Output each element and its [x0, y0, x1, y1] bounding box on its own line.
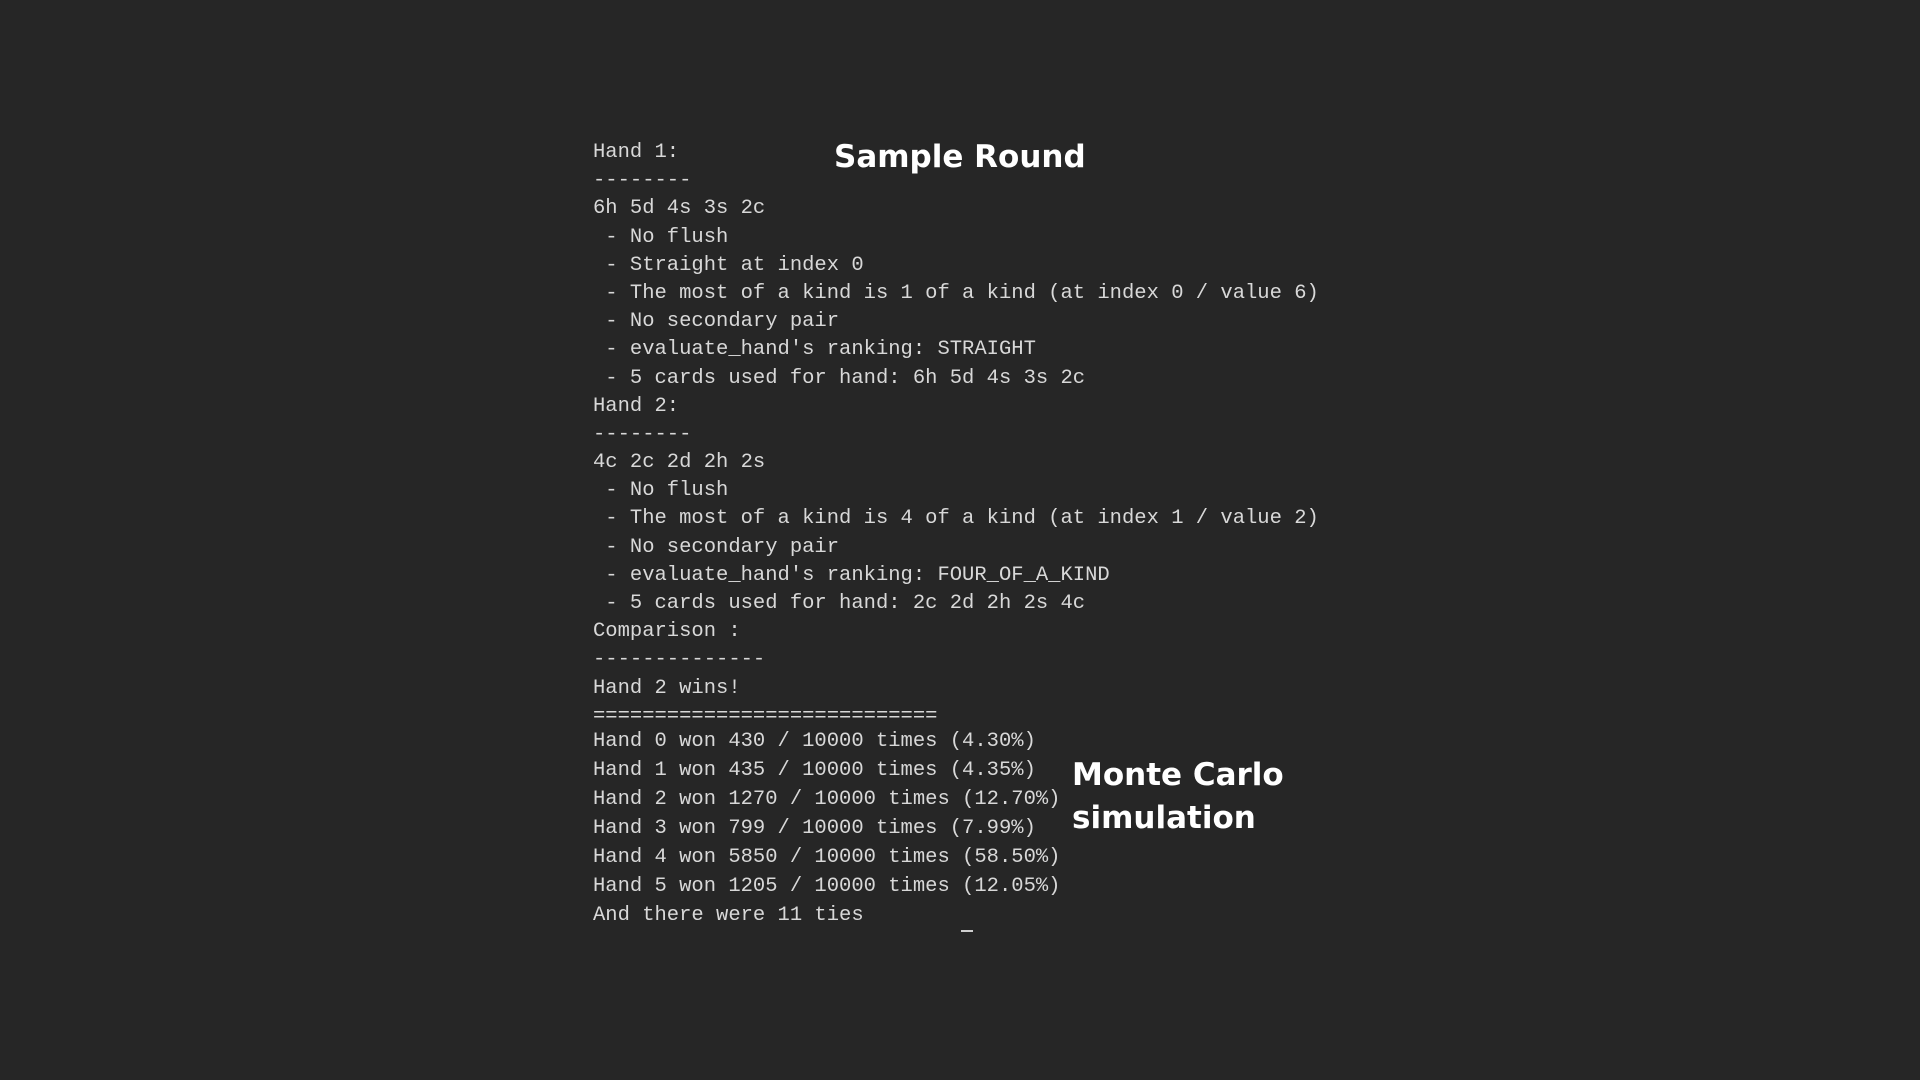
- monte-carlo-heading-line1: Monte Carlo: [1072, 757, 1284, 793]
- terminal-line: --------------: [593, 648, 766, 672]
- terminal-output: Hand 1: -------- 6h 5d 4s 3s 2c - No flu…: [593, 139, 1319, 731]
- terminal-line: - 5 cards used for hand: 2c 2d 2h 2s 4c: [593, 592, 1086, 615]
- terminal-line: - No flush: [593, 479, 729, 503]
- simulation-output: Hand 0 won 430 / 10000 times (4.30%) Han…: [593, 727, 1060, 930]
- terminal-line: --------: [593, 169, 692, 193]
- slide: Sample Round Hand 1: -------- 6h 5d 4s 3…: [0, 0, 1920, 1080]
- simulation-line: Hand 1 won 435 / 10000 times (4.35%): [593, 759, 1036, 782]
- simulation-line: Hand 0 won 430 / 10000 times (4.30%): [593, 730, 1036, 753]
- terminal-line: - Straight at index 0: [593, 253, 864, 277]
- monte-carlo-heading: Monte Carlo simulation: [1072, 754, 1284, 840]
- simulation-line: Hand 2 won 1270 / 10000 times (12.70%): [593, 788, 1061, 811]
- terminal-line: Comparison :: [593, 620, 741, 644]
- terminal-line: Hand 2:: [593, 394, 680, 418]
- terminal-line: Hand 1:: [593, 141, 680, 164]
- terminal-line: - The most of a kind is 4 of a kind (at …: [593, 507, 1319, 531]
- terminal-line: 4c 2c 2d 2h 2s: [593, 451, 766, 475]
- terminal-line: 6h 5d 4s 3s 2c: [593, 197, 766, 221]
- terminal-line: - No secondary pair: [593, 310, 840, 334]
- terminal-line: Hand 2 wins!: [593, 676, 741, 700]
- terminal-line: - No flush: [593, 225, 729, 249]
- terminal-line: - evaluate_hand's ranking: STRAIGHT: [593, 338, 1036, 362]
- simulation-line: And there were 11 ties: [593, 904, 864, 927]
- terminal-line: - No secondary pair: [593, 535, 840, 559]
- text-cursor: [961, 930, 973, 932]
- simulation-line: Hand 3 won 799 / 10000 times (7.99%): [593, 817, 1036, 840]
- terminal-line: - The most of a kind is 1 of a kind (at …: [593, 281, 1319, 305]
- terminal-line: --------: [593, 422, 692, 446]
- terminal-line: - 5 cards used for hand: 6h 5d 4s 3s 2c: [593, 366, 1086, 390]
- simulation-line: Hand 4 won 5850 / 10000 times (58.50%): [593, 846, 1061, 869]
- simulation-line: Hand 5 won 1205 / 10000 times (12.05%): [593, 875, 1061, 898]
- terminal-line: - evaluate_hand's ranking: FOUR_OF_A_KIN…: [593, 563, 1110, 587]
- monte-carlo-heading-line2: simulation: [1072, 800, 1256, 836]
